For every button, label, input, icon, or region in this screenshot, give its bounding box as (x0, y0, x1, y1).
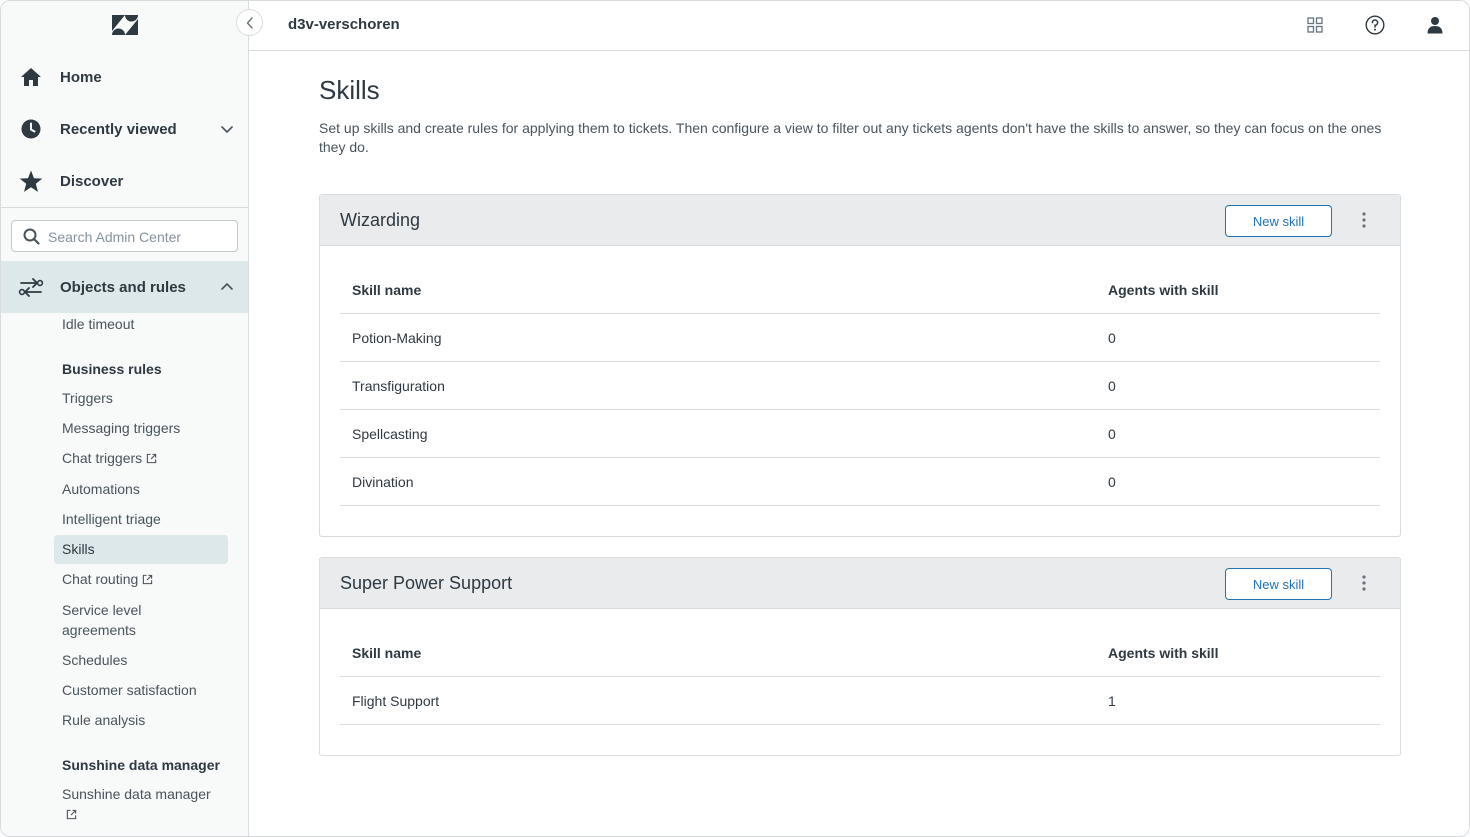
agents-count: 0 (1108, 330, 1116, 346)
sidebar-link-rule-analysis[interactable]: Rule analysis (62, 712, 145, 728)
skill-name[interactable]: Divination (352, 474, 413, 490)
skill-type-card: Wizarding New skill Skill name Agents wi… (319, 194, 1401, 537)
sidebar-link-chat-triggers-label: Chat triggers (62, 450, 143, 466)
user-avatar-icon[interactable] (1424, 14, 1446, 36)
column-header-agents: Agents with skill (1108, 282, 1219, 298)
skill-name[interactable]: Flight Support (352, 693, 439, 709)
agents-count: 1 (1108, 693, 1116, 709)
admin-search[interactable] (11, 220, 238, 252)
new-skill-button[interactable]: New skill (1225, 568, 1332, 600)
sidebar-link-chat-triggers[interactable]: Chat triggers (62, 450, 157, 466)
chevron-down-icon[interactable] (220, 122, 234, 136)
table-header-row: Skill name Agents with skill (340, 629, 1380, 677)
sidebar-link-messaging-triggers[interactable]: Messaging triggers (62, 420, 180, 436)
sidebar-link-chat-routing[interactable]: Chat routing (62, 571, 153, 587)
external-link-icon (143, 574, 153, 585)
nav-label-objects-and-rules: Objects and rules (60, 278, 186, 296)
sidebar-link-intelligent-triage[interactable]: Intelligent triage (62, 511, 161, 527)
sidebar-link-schedules[interactable]: Schedules (62, 652, 127, 668)
sidebar-link-automations[interactable]: Automations (62, 481, 140, 497)
sidebar-link-sunshine-data-manager[interactable]: Sunshine data manager (62, 786, 211, 802)
table-header-row: Skill name Agents with skill (340, 266, 1380, 314)
skill-type-title: Super Power Support (340, 573, 513, 593)
nav-item-home[interactable]: Home (1, 51, 248, 103)
column-header-agents: Agents with skill (1108, 645, 1219, 661)
nav-item-recently-viewed[interactable]: Recently viewed (1, 103, 248, 155)
skill-name[interactable]: Spellcasting (352, 426, 428, 442)
home-icon (19, 65, 43, 89)
more-options-icon[interactable] (1354, 573, 1374, 593)
sidebar-divider (1, 207, 248, 208)
clock-icon (19, 117, 43, 141)
sidebar: Home Recently viewed Discover Search Adm… (1, 1, 249, 836)
account-subdomain: d3v-verschoren (288, 16, 400, 33)
skills-table: Skill name Agents with skill Potion-Maki… (340, 266, 1380, 506)
chevron-up-icon[interactable] (220, 280, 234, 294)
main-content: Skills Set up skills and create rules fo… (249, 51, 1469, 836)
nav-item-discover[interactable]: Discover (1, 155, 248, 207)
zendesk-logo[interactable] (110, 13, 140, 37)
sidebar-link-sla-line1[interactable]: Service level (62, 602, 141, 618)
agents-count: 0 (1108, 378, 1116, 394)
column-header-skill-name: Skill name (352, 282, 422, 298)
sidebar-link-skills[interactable]: Skills (62, 541, 95, 557)
chevron-left-icon (246, 16, 253, 29)
help-icon[interactable] (1364, 14, 1386, 36)
product-tray-icon[interactable] (1304, 14, 1326, 36)
table-row[interactable]: Spellcasting 0 (340, 410, 1380, 458)
sidebar-link-triggers[interactable]: Triggers (62, 390, 113, 406)
sidebar-heading-business-rules: Business rules (62, 361, 162, 377)
page-title: Skills (319, 75, 380, 105)
collapse-sidebar-button[interactable] (236, 9, 263, 36)
table-row[interactable]: Divination 0 (340, 458, 1380, 506)
sidebar-link-chat-routing-label: Chat routing (62, 571, 139, 587)
external-link-icon (66, 809, 77, 820)
new-skill-button[interactable]: New skill (1225, 205, 1332, 237)
table-row[interactable]: Flight Support 1 (340, 677, 1380, 725)
search-icon (23, 228, 40, 245)
skill-type-title: Wizarding (340, 210, 421, 230)
more-options-icon[interactable] (1354, 210, 1374, 230)
nav-label-home: Home (60, 68, 102, 86)
skills-table: Skill name Agents with skill Flight Supp… (340, 629, 1380, 725)
table-row[interactable]: Potion-Making 0 (340, 314, 1380, 362)
external-link-icon (146, 453, 157, 464)
skill-type-card: Super Power Support New skill Skill name… (319, 557, 1401, 756)
sidebar-heading-sunshine: Sunshine data manager (62, 757, 220, 773)
agents-count: 0 (1108, 474, 1116, 490)
app-window: Home Recently viewed Discover Search Adm… (0, 0, 1470, 837)
sidebar-link-idle-timeout[interactable]: Idle timeout (62, 316, 134, 332)
objects-rules-icon (18, 274, 44, 300)
agents-count: 0 (1108, 426, 1116, 442)
top-bar: d3v-verschoren (249, 1, 1469, 51)
sidebar-link-sla-line2[interactable]: agreements (62, 622, 136, 638)
skill-name[interactable]: Potion-Making (352, 330, 442, 346)
nav-label-discover: Discover (60, 172, 124, 190)
skill-type-header: Wizarding New skill (320, 195, 1400, 246)
skill-type-header: Super Power Support New skill (320, 558, 1400, 609)
nav-label-recently-viewed: Recently viewed (60, 120, 177, 138)
nav-section-objects-and-rules[interactable]: Objects and rules (1, 261, 248, 313)
table-row[interactable]: Transfiguration 0 (340, 362, 1380, 410)
search-input[interactable] (48, 227, 233, 247)
page-description: Set up skills and create rules for apply… (319, 120, 1382, 155)
sidebar-link-customer-satisfaction[interactable]: Customer satisfaction (62, 682, 197, 698)
column-header-skill-name: Skill name (352, 645, 422, 661)
star-icon (19, 169, 43, 193)
skill-name[interactable]: Transfiguration (352, 378, 445, 394)
